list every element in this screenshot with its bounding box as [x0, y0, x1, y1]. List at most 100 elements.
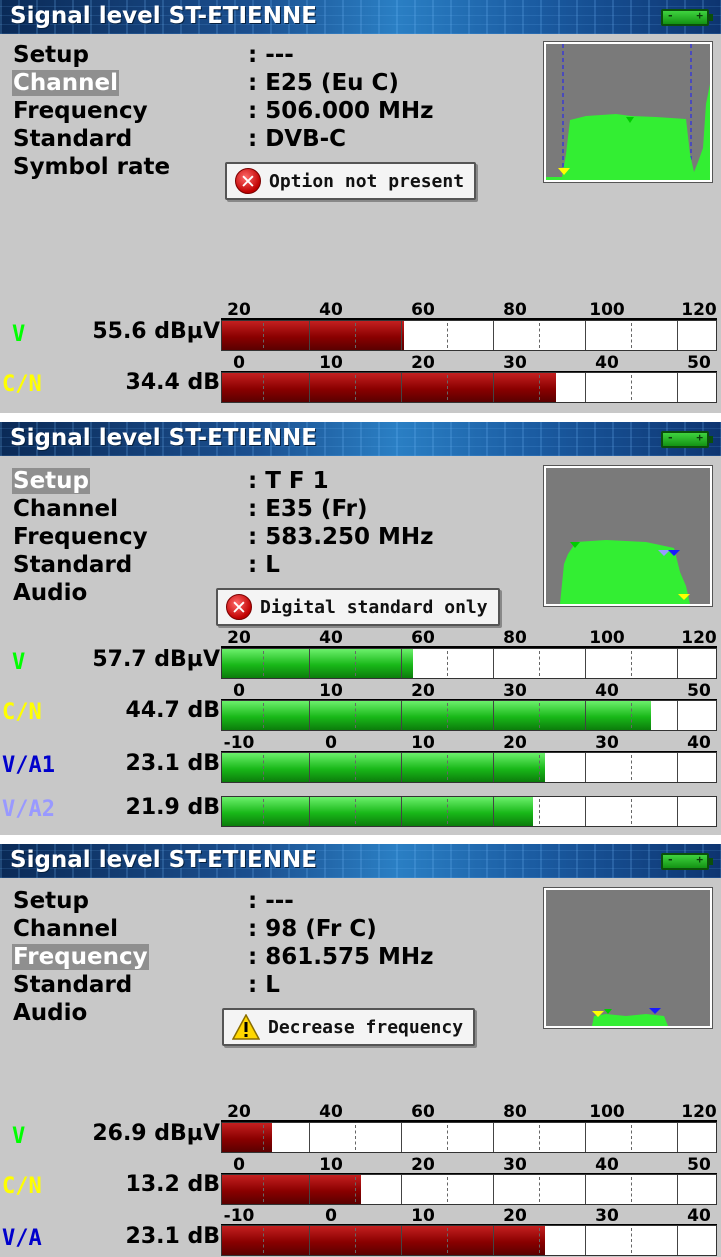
scale-tick-label: 30 [503, 681, 527, 701]
bar-tick [401, 753, 402, 782]
bar-tick [493, 701, 494, 730]
scale-tick-label: 0 [325, 733, 337, 753]
standard-value: : L [248, 552, 280, 578]
scale-tick-label: 50 [687, 353, 711, 373]
scale-tick-label: 10 [319, 1155, 343, 1175]
scale-tick-label: 20 [411, 681, 435, 701]
setup-label[interactable]: Setup [12, 42, 90, 68]
bar-tick [309, 321, 310, 350]
frequency-label[interactable]: Frequency [12, 944, 149, 970]
bar-tick [355, 703, 356, 728]
scale-tick-label: 10 [319, 681, 343, 701]
bar-tick [585, 321, 586, 350]
bar-tick [401, 373, 402, 402]
audio-label[interactable]: Audio [12, 1000, 88, 1026]
scale-tick-label: 120 [681, 300, 717, 320]
standard-label[interactable]: Standard [12, 972, 133, 998]
spectrum-view[interactable] [543, 465, 713, 607]
bar-tick [493, 797, 494, 826]
channel-label[interactable]: Channel [12, 70, 120, 96]
scale-tick-label: 30 [503, 1155, 527, 1175]
frequency-label[interactable]: Frequency [12, 524, 149, 550]
bar-tick [447, 755, 448, 780]
popup-message: Option not present [269, 170, 465, 192]
bar-tick [585, 1175, 586, 1204]
scale-tick-label: 50 [687, 681, 711, 701]
bar-tick [263, 755, 264, 780]
marker-blue-icon [649, 1008, 661, 1014]
bar-tick [585, 701, 586, 730]
standard-value: : L [248, 972, 280, 998]
bar-tick [631, 1125, 632, 1150]
scale-tick-label: 10 [319, 353, 343, 373]
error-popup[interactable]: ✕ Digital standard only [216, 588, 500, 626]
spectrum-graph [592, 1008, 668, 1026]
warning-popup[interactable]: Decrease frequency [222, 1008, 476, 1046]
bar-tick [447, 1228, 448, 1253]
level-bar-fill [222, 753, 545, 782]
level-bar-va1 [221, 752, 717, 783]
channel-label[interactable]: Channel [12, 496, 119, 522]
error-popup[interactable]: ✕ Option not present [225, 162, 477, 200]
symbol-rate-label[interactable]: Symbol rate [12, 154, 171, 180]
scale-tick-label: 0 [325, 1206, 337, 1226]
bar-tick [355, 799, 356, 824]
scale-tick-label: 40 [687, 1206, 711, 1226]
scale-tick-label: 40 [319, 628, 343, 648]
bar-tick [263, 703, 264, 728]
bar-tick [493, 1226, 494, 1255]
scale-tick-label: 40 [595, 353, 619, 373]
bar-tick [401, 701, 402, 730]
scale-cn: 0 10 20 30 40 50 [221, 1155, 717, 1175]
bar-tick [355, 755, 356, 780]
scale-tick-label: -10 [223, 733, 255, 753]
bar-tick [677, 373, 678, 402]
standard-label[interactable]: Standard [12, 126, 133, 152]
signal-level-screen-1: Signal level ST-ETIENNE - + Setup : --- C… [0, 0, 721, 413]
scale-tick-label: 20 [227, 628, 251, 648]
bar-tick [447, 651, 448, 676]
scale-tick-label: 40 [687, 733, 711, 753]
bar-tick [355, 375, 356, 400]
channel-label[interactable]: Channel [12, 916, 119, 942]
setup-label[interactable]: Setup [12, 468, 90, 494]
spectrum-view[interactable] [543, 41, 713, 183]
bar-tick [447, 323, 448, 348]
audio-label[interactable]: Audio [12, 580, 88, 606]
scale-tick-label: 20 [411, 353, 435, 373]
spectrum-view[interactable] [543, 887, 713, 1029]
bar-tick [401, 1123, 402, 1152]
scale-tick-label: 80 [503, 1102, 527, 1122]
measure-value-v: 57.7 dBµV [92, 647, 220, 672]
scale-tick-label: 100 [589, 300, 625, 320]
level-bar-fill [222, 321, 404, 350]
standard-label[interactable]: Standard [12, 552, 133, 578]
frequency-label[interactable]: Frequency [12, 98, 149, 124]
bar-tick [263, 651, 264, 676]
bar-tick [585, 797, 586, 826]
channel-value: : E25 (Eu C) [248, 70, 399, 96]
measure-value-v: 26.9 dBµV [92, 1121, 220, 1146]
bar-tick [493, 649, 494, 678]
bar-tick [585, 1226, 586, 1255]
level-bar-cn [221, 372, 717, 403]
bar-tick [493, 321, 494, 350]
scale-tick-label: 40 [319, 1102, 343, 1122]
signal-level-screen-3: Signal level ST-ETIENNE - + Setup : --- C… [0, 844, 721, 1257]
bar-tick [539, 1125, 540, 1150]
bar-tick [677, 1123, 678, 1152]
setup-value: : --- [248, 42, 294, 68]
bar-tick [355, 323, 356, 348]
scale-tick-label: 0 [233, 681, 245, 701]
title-bar: Signal level ST-ETIENNE - + [0, 844, 721, 878]
level-bar-cn [221, 700, 717, 731]
setup-label[interactable]: Setup [12, 888, 90, 914]
bar-tick [447, 375, 448, 400]
spectrum-graph [546, 44, 710, 180]
screen-title: Signal level ST-ETIENNE [10, 3, 317, 29]
bar-tick [401, 1175, 402, 1204]
scale-tick-label: 40 [595, 1155, 619, 1175]
scale-tick-label: 30 [595, 733, 619, 753]
level-bar-fill [222, 701, 652, 730]
level-bar-v [221, 320, 717, 351]
